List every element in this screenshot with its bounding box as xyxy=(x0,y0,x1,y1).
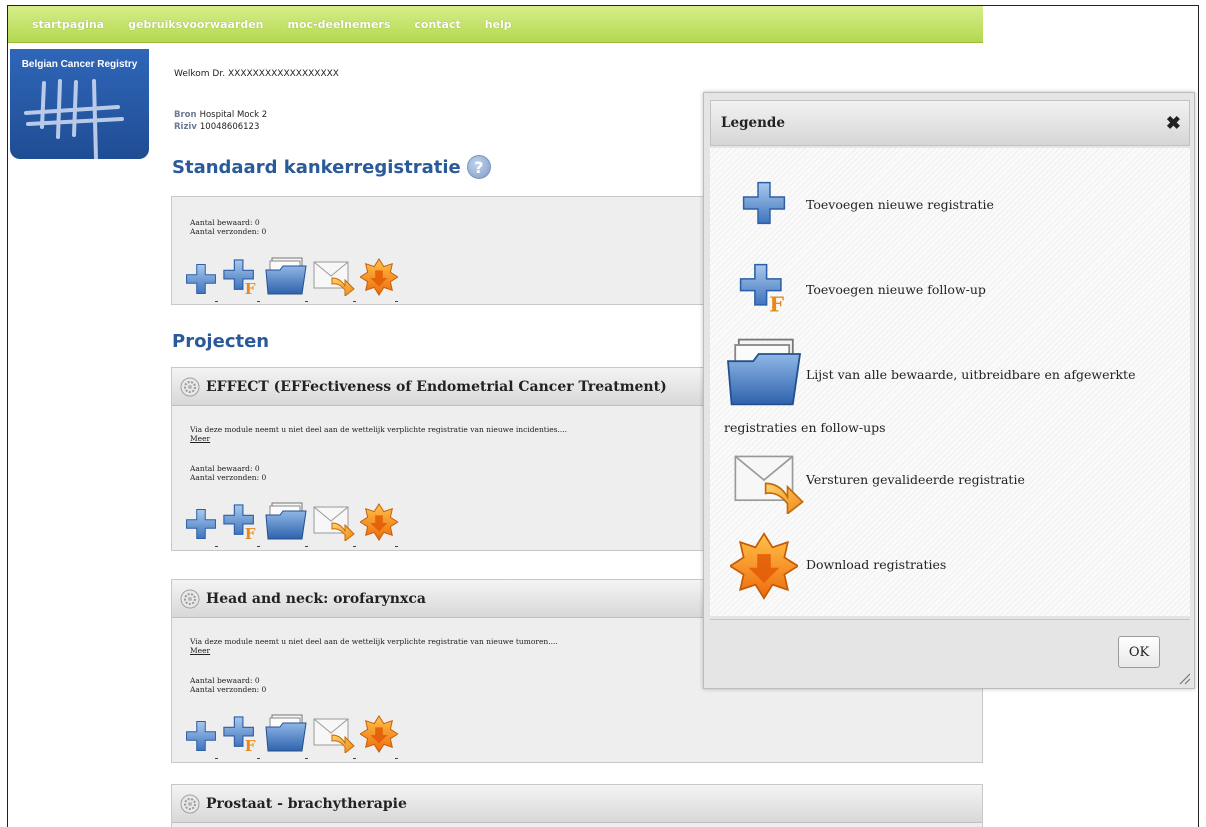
nav-gebruiksvoorwaarden[interactable]: gebruiksvoorwaarden xyxy=(128,18,263,31)
send-mail-icon xyxy=(312,501,356,541)
download-star-icon xyxy=(360,503,398,541)
nav-startpagina[interactable]: startpagina xyxy=(32,18,104,31)
download-registrations-button[interactable] xyxy=(360,258,398,302)
download-star-icon xyxy=(360,715,398,753)
project-toolbar xyxy=(184,713,398,759)
plus-followup-icon xyxy=(222,503,260,541)
logo[interactable]: Belgian Cancer Registry xyxy=(10,49,149,159)
welcome-name: XXXXXXXXXXXXXXXXXX xyxy=(227,69,339,79)
nav-moc-deelnemers[interactable]: moc-deelnemers xyxy=(288,18,391,31)
download-star-icon xyxy=(730,532,798,600)
send-registration-button[interactable] xyxy=(312,501,356,547)
gear-icon xyxy=(180,589,200,609)
nav-help[interactable]: help xyxy=(485,18,512,31)
welcome-label: Welkom Dr. xyxy=(174,69,226,79)
gear-icon xyxy=(180,377,200,397)
plus-followup-icon xyxy=(222,258,260,296)
legend-add-followup: Toevoegen nieuwe follow-up xyxy=(806,282,986,297)
more-link[interactable]: Meer xyxy=(190,434,210,443)
help-icon[interactable]: ? xyxy=(466,155,491,179)
bron-value: Hospital Mock 2 xyxy=(199,110,268,120)
legend-send: Versturen gevalideerde registratie xyxy=(806,472,1025,487)
send-mail-icon xyxy=(732,446,806,514)
project-panel-prostaat: Prostaat - brachytherapie xyxy=(171,784,983,827)
project-description: Via deze module neemt u niet deel aan de… xyxy=(190,637,558,646)
add-followup-button[interactable] xyxy=(222,715,260,759)
standard-heading: Standaard kankerregistratie ? xyxy=(172,155,491,179)
add-registration-button[interactable] xyxy=(184,262,218,302)
legend-download: Download registraties xyxy=(806,557,947,572)
standard-saved-count: Aantal bewaard: 0 xyxy=(190,218,260,227)
riziv-value: 10048606123 xyxy=(199,122,260,132)
project-title: Prostaat - brachytherapie xyxy=(206,795,407,812)
folder-icon xyxy=(264,713,308,753)
legend-add-registration: Toevoegen nieuwe registratie xyxy=(806,197,994,212)
project-sent-count: Aantal verzonden: 0 xyxy=(190,473,267,482)
ok-button[interactable]: OK xyxy=(1118,636,1160,668)
list-registrations-button[interactable] xyxy=(264,713,308,759)
folder-icon xyxy=(724,336,804,408)
standard-sent-count: Aantal verzonden: 0 xyxy=(190,227,267,236)
download-registrations-button[interactable] xyxy=(360,715,398,759)
standard-title: Standaard kankerregistratie xyxy=(172,156,461,178)
plus-icon xyxy=(740,179,788,227)
logo-tally-icon xyxy=(24,79,124,159)
dialog-header[interactable]: Legende ✖ xyxy=(710,100,1190,146)
source-info: Bron Hospital Mock 2 Riziv 10048606123 xyxy=(174,109,267,133)
gear-icon xyxy=(180,794,200,814)
plus-followup-icon xyxy=(738,262,790,314)
bron-label: Bron xyxy=(174,110,197,120)
plus-icon xyxy=(184,262,218,296)
folder-icon xyxy=(264,256,308,296)
dialog-body: Toevoegen nieuwe registratie Toevoegen n… xyxy=(710,148,1190,616)
more-link[interactable]: Meer xyxy=(190,646,210,655)
close-icon[interactable]: ✖ xyxy=(1166,113,1181,134)
send-registration-button[interactable] xyxy=(312,713,356,759)
welcome-text: Welkom Dr. XXXXXXXXXXXXXXXXXX xyxy=(174,69,339,79)
project-toolbar xyxy=(184,501,398,547)
list-registrations-button[interactable] xyxy=(264,501,308,547)
top-navigation: startpagina gebruiksvoorwaarden moc-deel… xyxy=(8,6,983,43)
add-registration-button[interactable] xyxy=(184,719,218,759)
folder-icon xyxy=(264,501,308,541)
dialog-title: Legende xyxy=(721,115,785,131)
projects-heading: Projecten xyxy=(172,331,270,352)
project-title: EFFECT (EFFectiveness of Endometrial Can… xyxy=(206,378,667,395)
legend-list-line1: Lijst van alle bewaarde, uitbreidbare en… xyxy=(806,367,1136,382)
project-description: Via deze module neemt u niet deel aan de… xyxy=(190,425,568,434)
add-followup-button[interactable] xyxy=(222,503,260,547)
standard-toolbar xyxy=(184,256,398,302)
download-registrations-button[interactable] xyxy=(360,503,398,547)
add-followup-button[interactable] xyxy=(222,258,260,302)
project-saved-count: Aantal bewaard: 0 xyxy=(190,464,260,473)
riziv-label: Riziv xyxy=(174,122,197,132)
nav-contact[interactable]: contact xyxy=(414,18,460,31)
download-star-icon xyxy=(360,258,398,296)
legend-dialog: Legende ✖ Toevoegen nieuwe registratie T… xyxy=(703,92,1195,689)
add-registration-button[interactable] xyxy=(184,507,218,547)
project-title: Head and neck: orofarynxca xyxy=(206,590,426,607)
plus-followup-icon xyxy=(222,715,260,753)
plus-icon xyxy=(184,507,218,541)
send-registration-button[interactable] xyxy=(312,256,356,302)
project-saved-count: Aantal bewaard: 0 xyxy=(190,676,260,685)
legend-list-line2: registraties en follow-ups xyxy=(724,420,886,435)
project-sent-count: Aantal verzonden: 0 xyxy=(190,685,267,694)
send-mail-icon xyxy=(312,256,356,296)
resize-handle-icon[interactable] xyxy=(1177,671,1191,685)
list-registrations-button[interactable] xyxy=(264,256,308,302)
dialog-footer-divider xyxy=(710,619,1190,620)
send-mail-icon xyxy=(312,713,356,753)
page-frame: startpagina gebruiksvoorwaarden moc-deel… xyxy=(7,5,1199,827)
project-header[interactable]: Prostaat - brachytherapie xyxy=(172,785,982,823)
plus-icon xyxy=(184,719,218,753)
